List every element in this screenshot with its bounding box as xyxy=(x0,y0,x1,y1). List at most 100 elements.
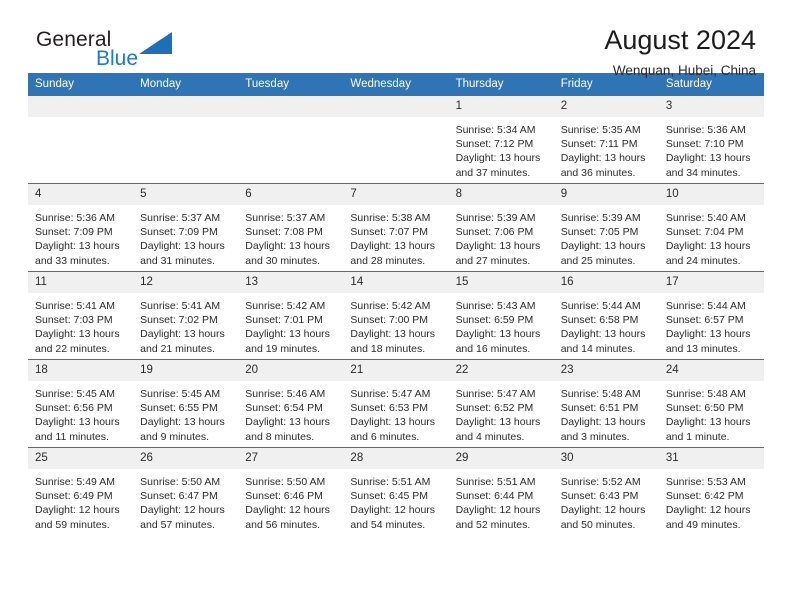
sunset-text: Sunset: 6:52 PM xyxy=(455,402,534,415)
sunset-text: Sunset: 7:05 PM xyxy=(560,226,639,239)
sunset-text: Sunset: 6:57 PM xyxy=(665,314,744,327)
calendar-day-cell[interactable]: 2 Sunrise: 5:35 AM Sunset: 7:11 PM Daylight… xyxy=(553,96,659,184)
day-details: Sunrise: 5:47 AM Sunset: 6:53 PM Daylight:… xyxy=(343,381,448,447)
calendar-day-cell[interactable]: 21 Sunrise: 5:47 AM Sunset: 6:53 PM Dayligh… xyxy=(343,359,449,448)
sunset-text: Sunset: 7:06 PM xyxy=(455,226,534,239)
calendar-day-cell[interactable]: 7 Sunrise: 5:38 AM Sunset: 7:07 PM Daylight… xyxy=(343,183,449,272)
calendar-day-cell[interactable]: 16 Sunrise: 5:44 AM Sunset: 6:58 PM Dayligh… xyxy=(553,271,659,360)
daylight-text-line2: and 28 minutes. xyxy=(350,254,426,267)
day-number: 6 xyxy=(238,184,344,205)
calendar-day-cell[interactable]: 3 Sunrise: 5:36 AM Sunset: 7:10 PM Daylight… xyxy=(658,96,764,184)
sunrise-text: Sunrise: 5:50 AM xyxy=(140,476,221,488)
daylight-text-line2: and 6 minutes. xyxy=(350,430,420,443)
sunrise-text: Sunrise: 5:36 AM xyxy=(35,212,115,224)
sunrise-text: Sunrise: 5:51 AM xyxy=(455,476,536,488)
calendar-day-cell[interactable]: 1 Sunrise: 5:34 AM Sunset: 7:12 PM Daylight… xyxy=(448,96,554,184)
calendar-day-cell[interactable]: 9 Sunrise: 5:39 AM Sunset: 7:05 PM Daylight… xyxy=(553,183,659,272)
daylight-text-line2: and 14 minutes. xyxy=(560,342,636,355)
sunset-text: Sunset: 6:54 PM xyxy=(245,402,323,415)
title-block: August 2024 Wenquan, Hubei, China xyxy=(604,24,756,80)
calendar-day-cell[interactable]: 5 Sunrise: 5:37 AM Sunset: 7:09 PM Daylight… xyxy=(133,183,239,272)
day-number: 17 xyxy=(658,272,764,293)
day-number: 4 xyxy=(28,184,134,205)
calendar-day-cell[interactable]: 10 Sunrise: 5:40 AM Sunset: 7:04 PM Dayligh… xyxy=(658,183,764,272)
daylight-text-line2: and 56 minutes. xyxy=(245,518,320,531)
calendar-day-cell[interactable]: 23 Sunrise: 5:48 AM Sunset: 6:51 PM Dayligh… xyxy=(553,359,659,448)
day-number: 11 xyxy=(28,272,134,293)
weekday-header-sunday: Sunday xyxy=(28,73,134,96)
daylight-text-line1: Daylight: 13 hours xyxy=(455,240,541,253)
day-details: Sunrise: 5:42 AM Sunset: 7:01 PM Daylight:… xyxy=(238,293,343,359)
calendar-day-cell[interactable]: 24 Sunrise: 5:48 AM Sunset: 6:50 PM Dayligh… xyxy=(658,359,764,448)
daylight-text-line2: and 59 minutes. xyxy=(35,518,110,531)
sunrise-text: Sunrise: 5:44 AM xyxy=(560,300,641,312)
daylight-text-line1: Daylight: 13 hours xyxy=(455,416,541,429)
sunset-text: Sunset: 7:07 PM xyxy=(350,226,429,239)
day-number: 19 xyxy=(133,360,239,381)
day-details: Sunrise: 5:37 AM Sunset: 7:09 PM Daylight:… xyxy=(133,205,238,271)
day-details: Sunrise: 5:44 AM Sunset: 6:58 PM Daylight:… xyxy=(554,293,659,359)
daylight-text-line1: Daylight: 13 hours xyxy=(560,328,646,341)
calendar-week-row: 18 Sunrise: 5:45 AM Sunset: 6:56 PM Dayligh… xyxy=(28,359,764,448)
day-number xyxy=(28,96,134,117)
calendar-day-cell[interactable]: 25 Sunrise: 5:49 AM Sunset: 6:49 PM Dayligh… xyxy=(28,447,134,535)
calendar-day-cell[interactable]: 20 Sunrise: 5:46 AM Sunset: 6:54 PM Dayligh… xyxy=(238,359,344,448)
calendar-day-cell[interactable]: 14 Sunrise: 5:42 AM Sunset: 7:00 PM Dayligh… xyxy=(343,271,449,360)
calendar-day-cell[interactable]: 15 Sunrise: 5:43 AM Sunset: 6:59 PM Dayligh… xyxy=(448,271,554,360)
daylight-text-line2: and 52 minutes. xyxy=(455,518,531,531)
sunset-text: Sunset: 7:10 PM xyxy=(665,138,744,151)
sunrise-text: Sunrise: 5:53 AM xyxy=(665,476,746,488)
calendar-day-cell[interactable]: 27 Sunrise: 5:50 AM Sunset: 6:46 PM Dayligh… xyxy=(238,447,344,535)
sunset-text: Sunset: 7:11 PM xyxy=(560,138,638,151)
sunrise-text: Sunrise: 5:42 AM xyxy=(350,300,431,312)
day-number: 29 xyxy=(448,448,554,469)
sunset-text: Sunset: 6:44 PM xyxy=(455,490,534,503)
day-number xyxy=(238,96,344,117)
day-details xyxy=(238,117,343,183)
calendar-day-cell[interactable]: 31 Sunrise: 5:53 AM Sunset: 6:42 PM Dayligh… xyxy=(658,447,764,535)
calendar-cell-empty xyxy=(343,96,449,184)
sunrise-text: Sunrise: 5:37 AM xyxy=(245,212,326,224)
daylight-text-line2: and 37 minutes. xyxy=(455,166,531,179)
day-number: 20 xyxy=(238,360,344,381)
day-details: Sunrise: 5:46 AM Sunset: 6:54 PM Daylight:… xyxy=(238,381,343,447)
calendar-day-cell[interactable]: 6 Sunrise: 5:37 AM Sunset: 7:08 PM Daylight… xyxy=(238,183,344,272)
general-blue-logo[interactable]: General Blue xyxy=(36,28,216,76)
calendar-day-cell[interactable]: 11 Sunrise: 5:41 AM Sunset: 7:03 PM Dayligh… xyxy=(28,271,134,360)
calendar-day-cell[interactable]: 13 Sunrise: 5:42 AM Sunset: 7:01 PM Dayligh… xyxy=(238,271,344,360)
sunrise-text: Sunrise: 5:37 AM xyxy=(140,212,221,224)
calendar-day-cell[interactable]: 28 Sunrise: 5:51 AM Sunset: 6:45 PM Dayligh… xyxy=(343,447,449,535)
daylight-text-line1: Daylight: 12 hours xyxy=(35,504,120,517)
daylight-text-line1: Daylight: 13 hours xyxy=(245,416,330,429)
sunset-text: Sunset: 7:03 PM xyxy=(35,314,113,327)
day-details: Sunrise: 5:48 AM Sunset: 6:51 PM Daylight:… xyxy=(554,381,659,447)
daylight-text-line1: Daylight: 13 hours xyxy=(560,152,646,165)
weekday-header-thursday: Thursday xyxy=(448,73,554,96)
calendar-day-cell[interactable]: 18 Sunrise: 5:45 AM Sunset: 6:56 PM Dayligh… xyxy=(28,359,134,448)
day-details: Sunrise: 5:34 AM Sunset: 7:12 PM Daylight:… xyxy=(449,117,554,183)
calendar-day-cell[interactable]: 29 Sunrise: 5:51 AM Sunset: 6:44 PM Dayligh… xyxy=(448,447,554,535)
day-number: 14 xyxy=(343,272,449,293)
calendar-day-cell[interactable]: 17 Sunrise: 5:44 AM Sunset: 6:57 PM Dayligh… xyxy=(658,271,764,360)
calendar-day-cell[interactable]: 12 Sunrise: 5:41 AM Sunset: 7:02 PM Dayligh… xyxy=(133,271,239,360)
sunset-text: Sunset: 7:12 PM xyxy=(455,138,534,151)
calendar-day-cell[interactable]: 22 Sunrise: 5:47 AM Sunset: 6:52 PM Dayligh… xyxy=(448,359,554,448)
day-details: Sunrise: 5:52 AM Sunset: 6:43 PM Daylight:… xyxy=(554,469,659,535)
daylight-text-line1: Daylight: 12 hours xyxy=(350,504,436,517)
sunset-text: Sunset: 6:42 PM xyxy=(665,490,744,503)
calendar-week-row: 1 Sunrise: 5:34 AM Sunset: 7:12 PM Daylight… xyxy=(28,96,764,184)
day-details: Sunrise: 5:45 AM Sunset: 6:55 PM Daylight:… xyxy=(133,381,238,447)
sunset-text: Sunset: 6:49 PM xyxy=(35,490,113,503)
calendar-day-cell[interactable]: 19 Sunrise: 5:45 AM Sunset: 6:55 PM Dayligh… xyxy=(133,359,239,448)
calendar-day-cell[interactable]: 30 Sunrise: 5:52 AM Sunset: 6:43 PM Dayligh… xyxy=(553,447,659,535)
daylight-text-line1: Daylight: 13 hours xyxy=(455,152,541,165)
calendar-day-cell[interactable]: 8 Sunrise: 5:39 AM Sunset: 7:06 PM Daylight… xyxy=(448,183,554,272)
calendar-day-cell[interactable]: 4 Sunrise: 5:36 AM Sunset: 7:09 PM Daylight… xyxy=(28,183,134,272)
day-number: 13 xyxy=(238,272,344,293)
daylight-text-line2: and 16 minutes. xyxy=(455,342,531,355)
day-number: 15 xyxy=(448,272,554,293)
day-details: Sunrise: 5:40 AM Sunset: 7:04 PM Daylight:… xyxy=(659,205,764,271)
day-number xyxy=(343,96,449,117)
calendar-day-cell[interactable]: 26 Sunrise: 5:50 AM Sunset: 6:47 PM Dayligh… xyxy=(133,447,239,535)
day-details: Sunrise: 5:39 AM Sunset: 7:06 PM Daylight:… xyxy=(449,205,554,271)
